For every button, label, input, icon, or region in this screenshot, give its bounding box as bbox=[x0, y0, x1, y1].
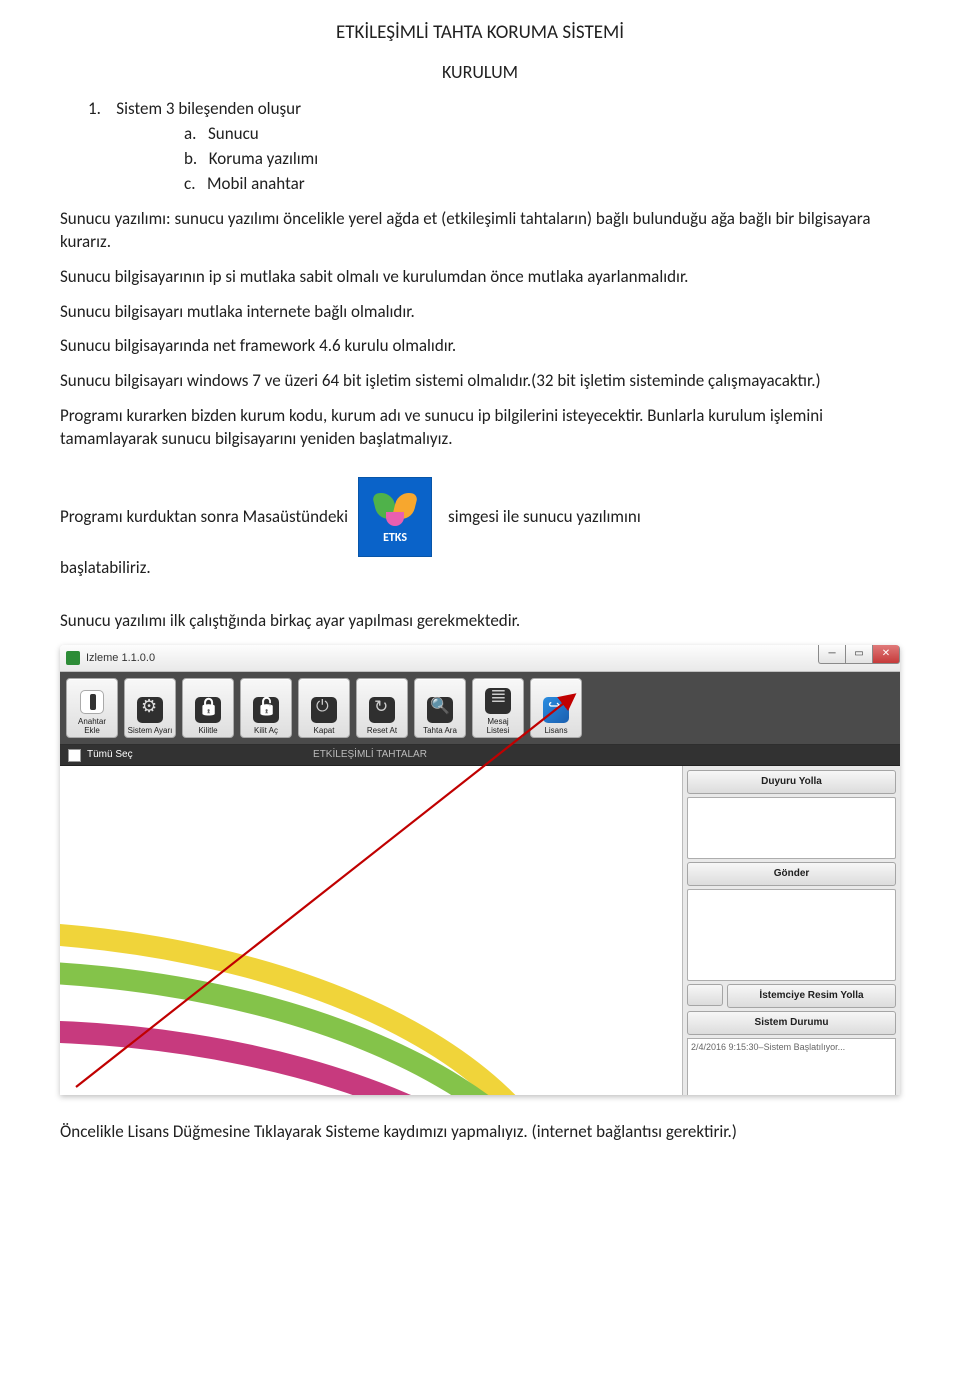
table-header-center: ETKİLEŞİMLİ TAHTALAR bbox=[60, 748, 680, 762]
sub-list-letter: c. bbox=[184, 173, 195, 194]
duyuru-textarea[interactable] bbox=[687, 797, 896, 859]
window-titlebar: Izleme 1.1.0.0 ─ ▭ ✕ bbox=[60, 645, 900, 672]
text-after-icon-line2: başlatabiliriz. bbox=[60, 557, 900, 580]
paragraph: Sunucu bilgisayarı mutlaka internete bağ… bbox=[60, 301, 900, 324]
select-all-bar: Tümü Seç ETKİLEŞİMLİ TAHTALAR bbox=[60, 745, 900, 766]
etks-desktop-icon: ETKS bbox=[358, 477, 432, 557]
app-icon bbox=[66, 651, 80, 665]
window-maximize-button[interactable]: ▭ bbox=[845, 645, 873, 664]
sub-list-item: Koruma yazılımı bbox=[209, 148, 318, 169]
sistem-durumu-header: Sistem Durumu bbox=[687, 1011, 896, 1035]
paragraph: Sunucu bilgisayarı windows 7 ve üzeri 64… bbox=[60, 370, 900, 393]
duyuru-yolla-button[interactable]: Duyuru Yolla bbox=[687, 770, 896, 794]
paragraph: Sunucu yazılımı: sunucu yazılımı öncelik… bbox=[60, 208, 900, 254]
etks-logo-icon bbox=[373, 488, 417, 526]
anahtar-ekle-button[interactable]: Anahtar Ekle bbox=[66, 678, 118, 738]
paragraph: Öncelikle Lisans Düğmesine Tıklayarak Si… bbox=[60, 1121, 900, 1144]
text-before-icon: Programı kurduktan sonra Masaüstündeki bbox=[60, 506, 348, 529]
right-panel: Duyuru Yolla Gönder İstemciye Resim Yoll… bbox=[682, 766, 900, 1095]
sub-list-letter: b. bbox=[184, 148, 197, 169]
reset-icon bbox=[369, 697, 395, 723]
list-icon bbox=[485, 688, 511, 714]
window-minimize-button[interactable]: ─ bbox=[818, 645, 845, 664]
gonder-button[interactable]: Gönder bbox=[687, 862, 896, 886]
list-number: 1. bbox=[88, 98, 101, 119]
paragraph: Sunucu bilgisayarının ip si mutlaka sabi… bbox=[60, 266, 900, 289]
reset-at-button[interactable]: Reset At bbox=[356, 678, 408, 738]
window-close-button[interactable]: ✕ bbox=[873, 645, 900, 664]
main-area: Duyuru Yolla Gönder İstemciye Resim Yoll… bbox=[60, 766, 900, 1095]
list-item: Sistem 3 bileşenden oluşur bbox=[116, 98, 301, 119]
gear-icon bbox=[137, 697, 163, 723]
kilit-ac-button[interactable]: Kilit Aç bbox=[240, 678, 292, 738]
paragraph: Sunucu yazılımı ilk çalıştığında birkaç … bbox=[60, 610, 900, 633]
ordered-list-1: 1. Sistem 3 bileşenden oluşur a. Sunucu … bbox=[88, 98, 900, 196]
istemciye-resim-yolla-button[interactable]: İstemciye Resim Yolla bbox=[727, 984, 896, 1008]
doc-subtitle: KURULUM bbox=[60, 60, 900, 84]
tahta-ara-button[interactable]: Tahta Ara bbox=[414, 678, 466, 738]
lock-icon bbox=[195, 697, 221, 723]
sistem-ayari-button[interactable]: Sistem Ayarı bbox=[124, 678, 176, 738]
etks-icon-label: ETKS bbox=[383, 530, 407, 546]
window-title: Izleme 1.1.0.0 bbox=[86, 651, 155, 666]
paragraph: Programı kurarken bizden kurum kodu, kur… bbox=[60, 405, 900, 451]
kilitle-button[interactable]: Kilitle bbox=[182, 678, 234, 738]
image-preview-box[interactable] bbox=[687, 889, 896, 981]
browse-button[interactable] bbox=[687, 984, 723, 1006]
license-icon bbox=[543, 697, 569, 723]
paragraph: Sunucu bilgisayarında net framework 4.6 … bbox=[60, 335, 900, 358]
background-swoosh bbox=[60, 766, 680, 1095]
sub-list-letter: a. bbox=[184, 123, 196, 144]
toolbar: Anahtar Ekle Sistem Ayarı Kilitle Kilit … bbox=[60, 672, 900, 745]
search-icon bbox=[427, 697, 453, 723]
mesaj-listesi-button[interactable]: Mesaj Listesi bbox=[472, 678, 524, 738]
usb-key-icon bbox=[80, 690, 104, 714]
ordered-list-2: a. Sunucu b. Koruma yazılımı c. Mobil an… bbox=[184, 123, 900, 196]
icon-sentence-row: Programı kurduktan sonra Masaüstündeki E… bbox=[60, 477, 900, 580]
text-after-icon-line1: simgesi ile sunucu yazılımını bbox=[448, 506, 641, 529]
lisans-button[interactable]: Lisans bbox=[530, 678, 582, 738]
unlock-icon bbox=[253, 697, 279, 723]
sub-list-item: Mobil anahtar bbox=[207, 173, 305, 194]
sistem-durumu-log: 2/4/2016 9:15:30–Sistem Başlatılıyor... bbox=[687, 1038, 896, 1095]
kapat-button[interactable]: Kapat bbox=[298, 678, 350, 738]
doc-title: ETKİLEŞİMLİ TAHTA KORUMA SİSTEMİ bbox=[60, 20, 900, 46]
power-icon bbox=[311, 697, 337, 723]
app-window: Izleme 1.1.0.0 ─ ▭ ✕ Anahtar Ekle Sistem… bbox=[60, 645, 900, 1095]
sub-list-item: Sunucu bbox=[208, 123, 259, 144]
